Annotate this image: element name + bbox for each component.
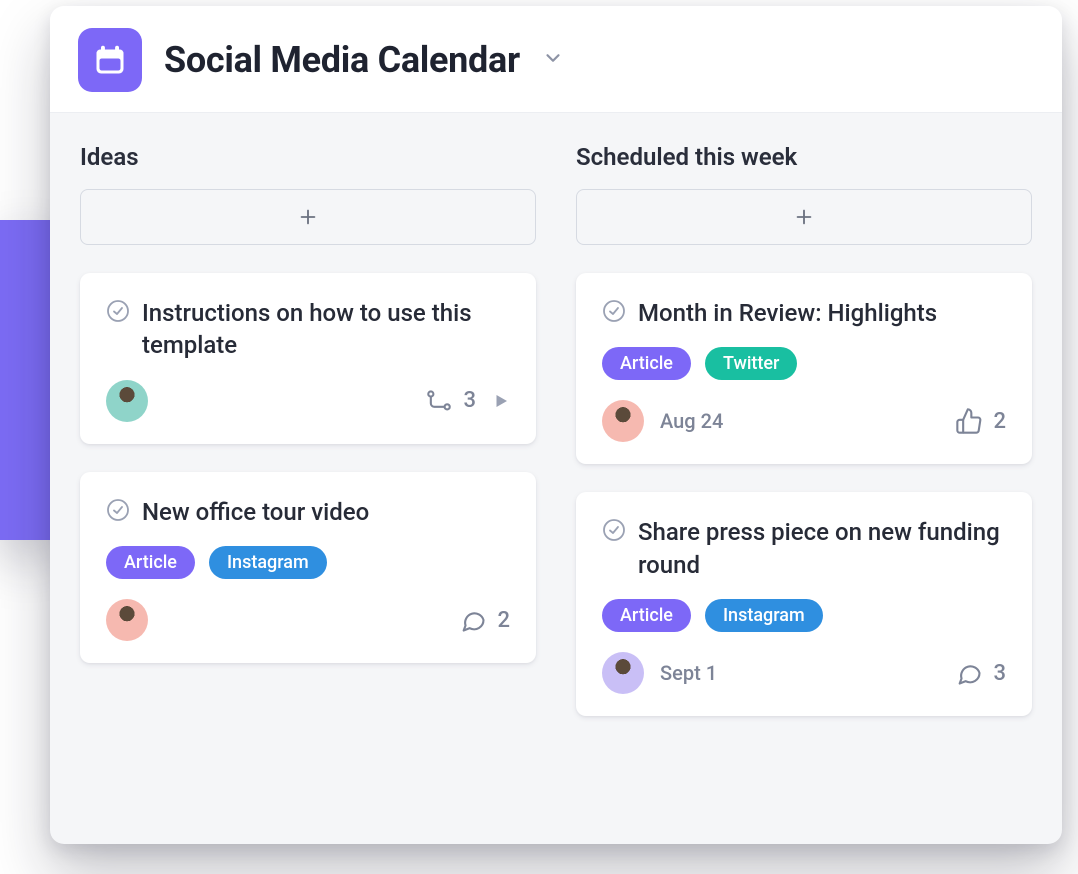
avatar[interactable] <box>106 380 148 422</box>
board-window: Social Media Calendar Ideas Ins <box>50 6 1062 844</box>
card[interactable]: Share press piece on new funding round A… <box>576 492 1032 716</box>
card-footer: 3 <box>106 380 510 422</box>
card-title: Share press piece on new funding round <box>638 516 1006 581</box>
card-footer: Sept 1 3 <box>602 652 1006 694</box>
tag-list: Article Instagram <box>106 546 510 579</box>
like-icon <box>955 407 983 435</box>
calendar-icon <box>92 42 128 78</box>
due-date: Sept 1 <box>660 661 717 685</box>
column-title: Scheduled this week <box>576 143 1032 171</box>
card-footer: Aug 24 2 <box>602 400 1006 442</box>
due-date: Aug 24 <box>660 409 723 433</box>
check-circle-icon[interactable] <box>106 299 130 327</box>
card-title: Instructions on how to use this template <box>142 297 510 362</box>
column-ideas: Ideas Instructions on how to use this te… <box>80 143 536 744</box>
check-circle-icon[interactable] <box>602 299 626 327</box>
card[interactable]: Instructions on how to use this template <box>80 273 536 444</box>
board-body: Ideas Instructions on how to use this te… <box>50 113 1062 784</box>
play-icon[interactable] <box>492 392 510 410</box>
avatar[interactable] <box>602 400 644 442</box>
column-title: Ideas <box>80 143 536 171</box>
check-circle-icon[interactable] <box>602 518 626 546</box>
tag-instagram[interactable]: Instagram <box>209 546 327 579</box>
tag-list: Article Twitter <box>602 347 1006 380</box>
subtask-count: 3 <box>463 388 476 413</box>
add-card-button[interactable] <box>80 189 536 245</box>
subtasks-icon <box>425 387 453 415</box>
plus-icon <box>793 206 815 228</box>
tag-article[interactable]: Article <box>602 347 691 380</box>
tag-article[interactable]: Article <box>106 546 195 579</box>
tag-instagram[interactable]: Instagram <box>705 599 823 632</box>
card[interactable]: Month in Review: Highlights Article Twit… <box>576 273 1032 464</box>
tag-article[interactable]: Article <box>602 599 691 632</box>
avatar[interactable] <box>106 599 148 641</box>
comment-icon <box>459 606 487 634</box>
check-circle-icon[interactable] <box>106 498 130 526</box>
board-icon <box>78 28 142 92</box>
card-title: New office tour video <box>142 496 369 528</box>
avatar[interactable] <box>602 652 644 694</box>
like-count: 2 <box>993 409 1006 434</box>
comment-count: 2 <box>497 608 510 633</box>
card-title: Month in Review: Highlights <box>638 297 937 329</box>
card[interactable]: New office tour video Article Instagram <box>80 472 536 663</box>
column-scheduled: Scheduled this week Month in Review: Hig… <box>576 143 1032 744</box>
board-title[interactable]: Social Media Calendar <box>164 39 520 81</box>
add-card-button[interactable] <box>576 189 1032 245</box>
header: Social Media Calendar <box>50 6 1062 113</box>
tag-twitter[interactable]: Twitter <box>705 347 797 380</box>
tag-list: Article Instagram <box>602 599 1006 632</box>
chevron-down-icon[interactable] <box>542 47 564 73</box>
card-footer: 2 <box>106 599 510 641</box>
comment-count: 3 <box>993 661 1006 686</box>
plus-icon <box>297 206 319 228</box>
comment-icon <box>955 659 983 687</box>
